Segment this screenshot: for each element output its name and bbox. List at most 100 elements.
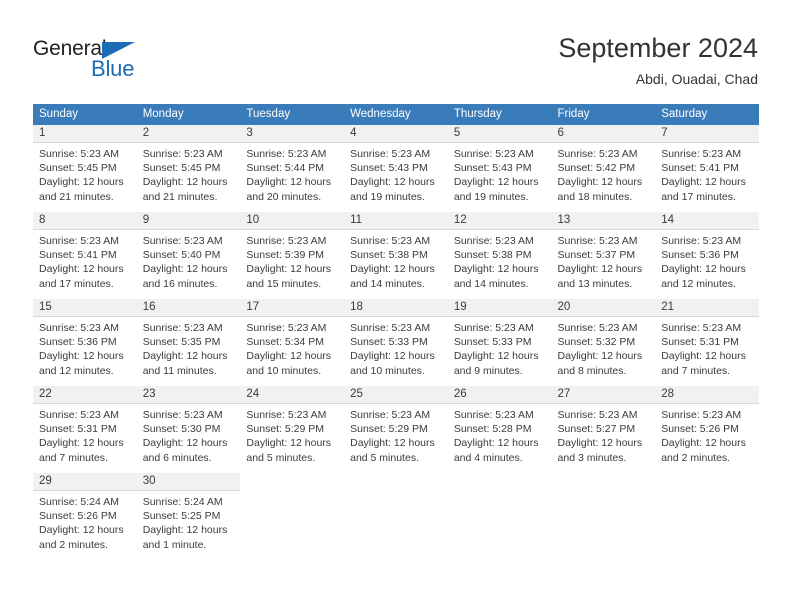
day-details: Sunrise: 5:23 AM Sunset: 5:45 PM Dayligh…: [137, 143, 241, 211]
day-cell[interactable]: 24 Sunrise: 5:23 AM Sunset: 5:29 PM Dayl…: [240, 386, 345, 472]
day-number-bar: 5: [447, 125, 552, 143]
day-cell[interactable]: 13 Sunrise: 5:23 AM Sunset: 5:37 PM Dayl…: [551, 212, 656, 298]
sunrise-text: Sunrise: 5:23 AM: [350, 322, 431, 334]
day-cell[interactable]: 16 Sunrise: 5:23 AM Sunset: 5:35 PM Dayl…: [136, 299, 241, 385]
day-cell[interactable]: 22 Sunrise: 5:23 AM Sunset: 5:31 PM Dayl…: [33, 386, 137, 472]
daylight-text-line1: Daylight: 12 hours: [350, 437, 435, 450]
day-cell[interactable]: 18 Sunrise: 5:23 AM Sunset: 5:33 PM Dayl…: [344, 299, 448, 385]
day-details: Sunrise: 5:23 AM Sunset: 5:34 PM Dayligh…: [240, 317, 344, 385]
sunrise-text: Sunrise: 5:23 AM: [39, 322, 119, 334]
day-cell[interactable]: 30 Sunrise: 5:24 AM Sunset: 5:25 PM Dayl…: [136, 473, 241, 559]
day-number-bar-empty: [240, 473, 345, 491]
day-number-bar: 17: [240, 299, 345, 317]
day-number-bar: 16: [136, 299, 241, 317]
week-row: 15 Sunrise: 5:23 AM Sunset: 5:36 PM Dayl…: [33, 298, 759, 385]
generalblue-logo[interactable]: General Blue: [33, 38, 163, 84]
sunset-text: Sunset: 5:25 PM: [142, 510, 221, 523]
day-details: Sunrise: 5:23 AM Sunset: 5:27 PM Dayligh…: [552, 404, 656, 472]
day-number-bar: 15: [33, 299, 137, 317]
day-cell[interactable]: 9 Sunrise: 5:23 AM Sunset: 5:40 PM Dayli…: [136, 212, 241, 298]
day-cell-empty: [240, 473, 345, 559]
day-details: Sunrise: 5:23 AM Sunset: 5:45 PM Dayligh…: [33, 143, 137, 211]
sunrise-text: Sunrise: 5:24 AM: [39, 496, 119, 508]
day-cell[interactable]: 4 Sunrise: 5:23 AM Sunset: 5:43 PM Dayli…: [344, 125, 448, 211]
daylight-text-line2: and 8 minutes.: [557, 364, 627, 377]
sunrise-text: Sunrise: 5:23 AM: [453, 148, 534, 160]
title-block: September 2024 Abdi, Ouadai, Chad: [558, 32, 758, 89]
sunrise-text: Sunrise: 5:23 AM: [557, 409, 638, 421]
day-number-bar: 6: [551, 125, 656, 143]
day-details: Sunrise: 5:23 AM Sunset: 5:36 PM Dayligh…: [655, 230, 759, 298]
daylight-text-line2: and 18 minutes.: [557, 190, 633, 203]
day-cell[interactable]: 12 Sunrise: 5:23 AM Sunset: 5:38 PM Dayl…: [447, 212, 552, 298]
day-number-bar: 20: [551, 299, 656, 317]
day-number: 5: [453, 127, 461, 139]
daylight-text-line2: and 6 minutes.: [142, 451, 212, 464]
day-number-bar-empty: [344, 473, 448, 491]
day-number-bar: 4: [344, 125, 448, 143]
sunrise-text: Sunrise: 5:23 AM: [661, 409, 742, 421]
day-number-bar: 24: [240, 386, 345, 404]
day-details: Sunrise: 5:23 AM Sunset: 5:32 PM Dayligh…: [552, 317, 656, 385]
daylight-text-line1: Daylight: 12 hours: [453, 350, 539, 363]
daylight-text-line1: Daylight: 12 hours: [39, 524, 124, 537]
day-cell[interactable]: 29 Sunrise: 5:24 AM Sunset: 5:26 PM Dayl…: [33, 473, 137, 559]
daylight-text-line2: and 13 minutes.: [557, 277, 633, 290]
day-number-bar: 11: [344, 212, 448, 230]
week-row: 29 Sunrise: 5:24 AM Sunset: 5:26 PM Dayl…: [33, 472, 759, 559]
day-number: 19: [453, 301, 467, 313]
daylight-text-line1: Daylight: 12 hours: [246, 437, 332, 450]
sunrise-text: Sunrise: 5:23 AM: [246, 409, 327, 421]
day-cell[interactable]: 2 Sunrise: 5:23 AM Sunset: 5:45 PM Dayli…: [136, 125, 241, 211]
day-details: Sunrise: 5:24 AM Sunset: 5:25 PM Dayligh…: [137, 491, 241, 559]
day-cell[interactable]: 8 Sunrise: 5:23 AM Sunset: 5:41 PM Dayli…: [33, 212, 137, 298]
sunset-text: Sunset: 5:38 PM: [350, 249, 428, 262]
day-cell[interactable]: 7 Sunrise: 5:23 AM Sunset: 5:41 PM Dayli…: [655, 125, 759, 211]
daylight-text-line1: Daylight: 12 hours: [661, 263, 746, 276]
day-number: 7: [661, 127, 668, 139]
day-cell[interactable]: 6 Sunrise: 5:23 AM Sunset: 5:42 PM Dayli…: [551, 125, 656, 211]
sunrise-text: Sunrise: 5:23 AM: [557, 148, 638, 160]
day-cell[interactable]: 25 Sunrise: 5:23 AM Sunset: 5:29 PM Dayl…: [344, 386, 448, 472]
daylight-text-line1: Daylight: 12 hours: [661, 437, 746, 450]
day-number-bar: 18: [344, 299, 448, 317]
week-row: 22 Sunrise: 5:23 AM Sunset: 5:31 PM Dayl…: [33, 385, 759, 472]
day-cell[interactable]: 1 Sunrise: 5:23 AM Sunset: 5:45 PM Dayli…: [33, 125, 137, 211]
daylight-text-line2: and 5 minutes.: [246, 451, 316, 464]
day-number: 28: [661, 388, 675, 400]
day-cell[interactable]: 5 Sunrise: 5:23 AM Sunset: 5:43 PM Dayli…: [447, 125, 552, 211]
day-cell[interactable]: 17 Sunrise: 5:23 AM Sunset: 5:34 PM Dayl…: [240, 299, 345, 385]
day-details: Sunrise: 5:23 AM Sunset: 5:44 PM Dayligh…: [240, 143, 344, 211]
sunset-text: Sunset: 5:27 PM: [557, 423, 636, 436]
daylight-text-line2: and 14 minutes.: [453, 277, 529, 290]
day-number: 1: [39, 127, 46, 139]
day-details: Sunrise: 5:23 AM Sunset: 5:35 PM Dayligh…: [137, 317, 241, 385]
day-cell[interactable]: 20 Sunrise: 5:23 AM Sunset: 5:32 PM Dayl…: [551, 299, 656, 385]
daylight-text-line1: Daylight: 12 hours: [453, 437, 539, 450]
day-cell[interactable]: 21 Sunrise: 5:23 AM Sunset: 5:31 PM Dayl…: [655, 299, 759, 385]
day-details: Sunrise: 5:23 AM Sunset: 5:43 PM Dayligh…: [344, 143, 448, 211]
day-cell[interactable]: 11 Sunrise: 5:23 AM Sunset: 5:38 PM Dayl…: [344, 212, 448, 298]
day-cell[interactable]: 23 Sunrise: 5:23 AM Sunset: 5:30 PM Dayl…: [136, 386, 241, 472]
sunset-text: Sunset: 5:36 PM: [661, 249, 739, 262]
day-cell[interactable]: 19 Sunrise: 5:23 AM Sunset: 5:33 PM Dayl…: [447, 299, 552, 385]
day-cell[interactable]: 27 Sunrise: 5:23 AM Sunset: 5:27 PM Dayl…: [551, 386, 656, 472]
daylight-text-line1: Daylight: 12 hours: [39, 263, 124, 276]
day-cell[interactable]: 10 Sunrise: 5:23 AM Sunset: 5:39 PM Dayl…: [240, 212, 345, 298]
day-cell[interactable]: 14 Sunrise: 5:23 AM Sunset: 5:36 PM Dayl…: [655, 212, 759, 298]
day-number-bar: 12: [447, 212, 552, 230]
sunset-text: Sunset: 5:35 PM: [142, 336, 221, 349]
daylight-text-line1: Daylight: 12 hours: [557, 176, 643, 189]
day-cell[interactable]: 15 Sunrise: 5:23 AM Sunset: 5:36 PM Dayl…: [33, 299, 137, 385]
daylight-text-line1: Daylight: 12 hours: [350, 350, 435, 363]
daylight-text-line2: and 17 minutes.: [661, 190, 736, 203]
day-number-bar: 29: [33, 473, 137, 491]
day-cell[interactable]: 3 Sunrise: 5:23 AM Sunset: 5:44 PM Dayli…: [240, 125, 345, 211]
sunset-text: Sunset: 5:42 PM: [557, 162, 636, 175]
day-cell[interactable]: 26 Sunrise: 5:23 AM Sunset: 5:28 PM Dayl…: [447, 386, 552, 472]
sunrise-text: Sunrise: 5:23 AM: [142, 322, 223, 334]
day-cell[interactable]: 28 Sunrise: 5:23 AM Sunset: 5:26 PM Dayl…: [655, 386, 759, 472]
logo-text-blue: Blue: [91, 56, 135, 81]
day-number-bar: 25: [344, 386, 448, 404]
day-number-bar: 13: [551, 212, 656, 230]
